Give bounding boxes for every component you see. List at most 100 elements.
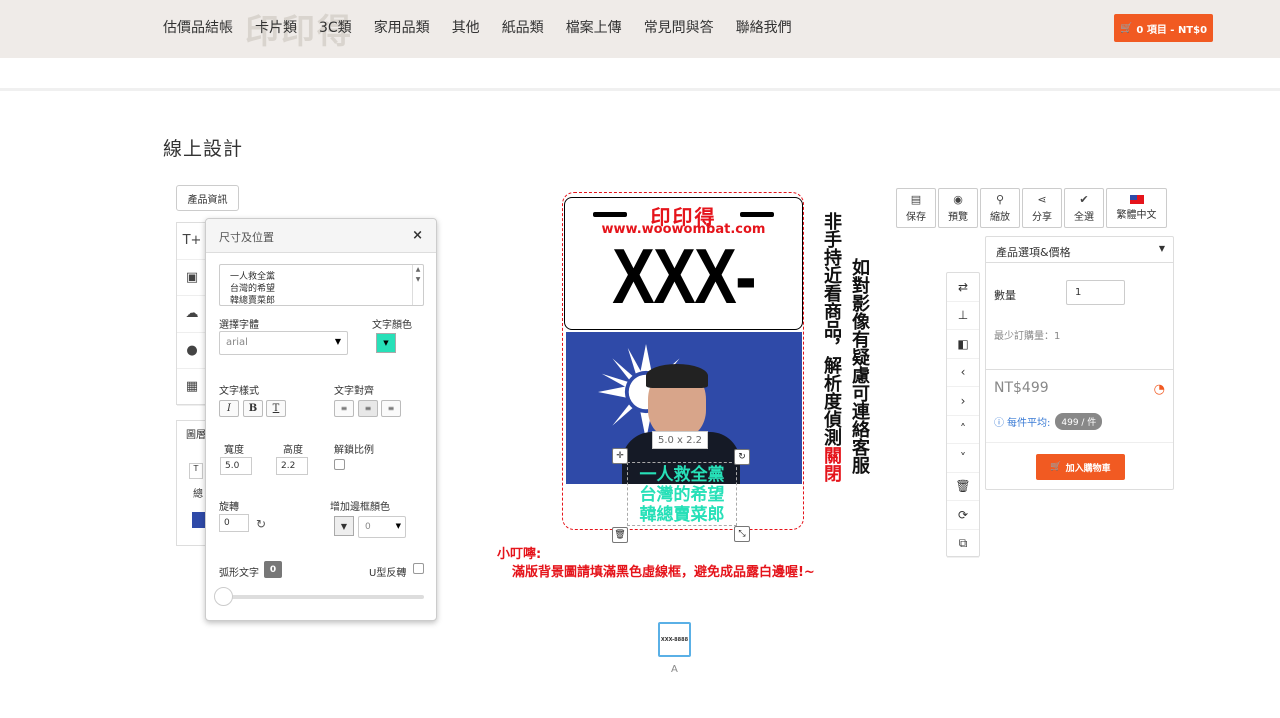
language-button[interactable]: 繁體中文: [1106, 188, 1167, 228]
text-content-input[interactable]: 一人救全黨 台灣的希望 韓總賣菜郎 ▲ ▼: [219, 264, 424, 306]
cart-button[interactable]: 🛒 0 項目 - NT$0: [1114, 14, 1213, 42]
zoom-button[interactable]: ⚲ 縮放: [980, 188, 1020, 228]
arc-slider-handle[interactable]: [214, 587, 233, 606]
select-all-button[interactable]: ✔ 全選: [1064, 188, 1104, 228]
refresh-icon[interactable]: ⟳: [947, 501, 979, 530]
share-button[interactable]: ⋖ 分享: [1022, 188, 1062, 228]
quantity-input[interactable]: 1: [1066, 280, 1125, 305]
portrait-hair: [646, 364, 708, 388]
resize-handle-icon[interactable]: ⤡: [734, 526, 750, 542]
chevron-left-icon[interactable]: ‹: [947, 359, 979, 387]
design-canvas[interactable]: 印印得 www.woowombat.com XXX-8888: [560, 192, 806, 532]
share-label: 分享: [1032, 212, 1052, 223]
tool-column: T+ ▣ ☁ ● ▦: [176, 222, 208, 406]
italic-button[interactable]: I: [219, 400, 239, 417]
unlock-ratio-checkbox[interactable]: [334, 459, 345, 470]
underline-button[interactable]: T: [266, 400, 286, 417]
price: NT$499: [994, 380, 1049, 396]
page-title: 線上設計: [163, 138, 244, 160]
per-unit-label: 每件平均:: [1007, 418, 1051, 429]
text-color-label: 文字顏色: [372, 320, 412, 331]
nav-item-checkout[interactable]: 估價品結帳: [163, 18, 233, 38]
page-thumbnail-label: A: [671, 664, 678, 675]
preview-button[interactable]: ◉ 預覽: [938, 188, 978, 228]
height-label: 高度: [283, 445, 303, 456]
rotate-input[interactable]: 0: [219, 514, 249, 532]
dimension-label: 5.0 x 2.2: [652, 431, 708, 449]
rotate-handle-icon[interactable]: ↻: [734, 449, 750, 465]
stamp-icon[interactable]: ⊥: [947, 302, 979, 330]
save-button[interactable]: ▤ 保存: [896, 188, 936, 228]
nav-item-faq[interactable]: 常見問與答: [644, 18, 714, 38]
search-icon: ⚲: [995, 193, 1005, 206]
taiwan-flag-icon: [1129, 195, 1144, 204]
product-info-tab[interactable]: 產品資訊: [176, 185, 239, 211]
user-icon[interactable]: ●: [177, 333, 207, 369]
overlay-text[interactable]: 一人救全黨 台灣的希望 韓總賣菜郎: [617, 465, 747, 525]
nav-item-contact[interactable]: 聯絡我們: [736, 18, 792, 38]
bring-front-icon[interactable]: ◧: [947, 330, 979, 359]
page-thumbnail[interactable]: XXX-8888: [658, 622, 691, 657]
add-to-cart-button[interactable]: 🛒 加入購物車: [1036, 454, 1125, 480]
swap-icon[interactable]: ⇄: [947, 273, 979, 302]
rotate-icon[interactable]: ↻: [256, 517, 266, 531]
delete-handle-icon[interactable]: 🗑: [612, 527, 628, 543]
height-input[interactable]: 2.2: [276, 457, 308, 475]
chevron-up-icon[interactable]: ˄: [947, 416, 979, 444]
layer-image-thumb[interactable]: [192, 512, 205, 528]
u-flip-label: U型反轉: [369, 568, 407, 579]
textarea-scrollbar[interactable]: ▲ ▼: [412, 265, 423, 305]
border-color-label: 增加邊框顏色: [330, 502, 390, 513]
align-right-icon[interactable]: ≡: [381, 400, 401, 417]
overlay-line-3: 韓總賣菜郎: [639, 505, 725, 525]
text-align-label: 文字對齊: [334, 386, 374, 397]
thumbnail-image-text: XXX-8888: [660, 636, 689, 643]
resolution-warning: 非手持近看商品，解析度偵測關閉: [820, 212, 842, 522]
border-width-select[interactable]: 0 ▼: [358, 516, 406, 538]
close-icon[interactable]: ×: [412, 228, 423, 243]
nav-item-other[interactable]: 其他: [452, 18, 480, 38]
layers-tab[interactable]: 圖層: [177, 421, 207, 441]
overlay-line-2: 台灣的希望: [639, 485, 725, 505]
arc-slider-track[interactable]: [218, 595, 424, 599]
text-color-picker[interactable]: ▼: [376, 333, 396, 353]
layer-item-label: 總: [193, 489, 203, 500]
options-header: 產品選項&價格: [996, 246, 1071, 259]
align-center-icon[interactable]: ≡: [358, 400, 378, 417]
duplicate-icon[interactable]: ⧉: [947, 530, 979, 558]
trash-icon[interactable]: 🗑: [947, 473, 979, 501]
chevron-down-icon[interactable]: ˅: [947, 444, 979, 473]
image-icon[interactable]: ▣: [177, 260, 207, 296]
contact-service-note: 如對影像有疑慮可連絡客服: [849, 258, 870, 474]
bold-button[interactable]: B: [243, 400, 263, 417]
font-select[interactable]: arial ▼: [219, 331, 348, 355]
u-flip-checkbox[interactable]: [413, 563, 424, 574]
nav-item-cards[interactable]: 卡片類: [255, 18, 297, 38]
nav-item-3c[interactable]: 3C類: [319, 18, 352, 38]
options-price-panel: 產品選項&價格 ▼ 數量 1 最少訂購量：1 NT$499 ◔ ⓘ 每件平均: …: [985, 236, 1174, 490]
info-icon: ⓘ: [994, 418, 1004, 429]
eye-icon: ◉: [953, 193, 963, 206]
arc-text-value: 0: [264, 561, 282, 578]
font-label: 選擇字體: [219, 320, 259, 331]
cart-icon: 🛒: [1119, 22, 1133, 34]
add-text-icon[interactable]: T+: [177, 223, 207, 260]
width-input[interactable]: 5.0: [220, 457, 252, 475]
align-left-icon[interactable]: ≡: [334, 400, 354, 417]
nav-item-upload[interactable]: 檔案上傳: [566, 18, 622, 38]
font-select-value: arial: [226, 337, 248, 348]
nav-item-paper[interactable]: 紙品類: [502, 18, 544, 38]
loading-spinner-icon: ◔: [1153, 382, 1165, 397]
object-tools: ⇄ ⊥ ◧ ‹ › ˄ ˅ 🗑 ⟳ ⧉: [946, 272, 980, 558]
nav-item-household[interactable]: 家用品類: [374, 18, 430, 38]
chevron-right-icon[interactable]: ›: [947, 387, 979, 416]
options-dropdown[interactable]: 產品選項&價格 ▼: [986, 237, 1173, 263]
move-handle-icon[interactable]: ✛: [612, 448, 628, 464]
upload-cloud-icon[interactable]: ☁: [177, 296, 207, 333]
layers-box: 圖層 T 總: [176, 420, 208, 546]
size-position-panel: 尺寸及位置 × 一人救全黨 台灣的希望 韓總賣菜郎 ▲ ▼ 選擇字體 文字顏色 a…: [205, 218, 437, 621]
qrcode-icon[interactable]: ▦: [177, 369, 207, 406]
layer-text-icon[interactable]: T: [189, 463, 203, 479]
border-color-picker[interactable]: ▼: [334, 516, 354, 536]
plate-number: XXX-8888: [612, 232, 756, 320]
